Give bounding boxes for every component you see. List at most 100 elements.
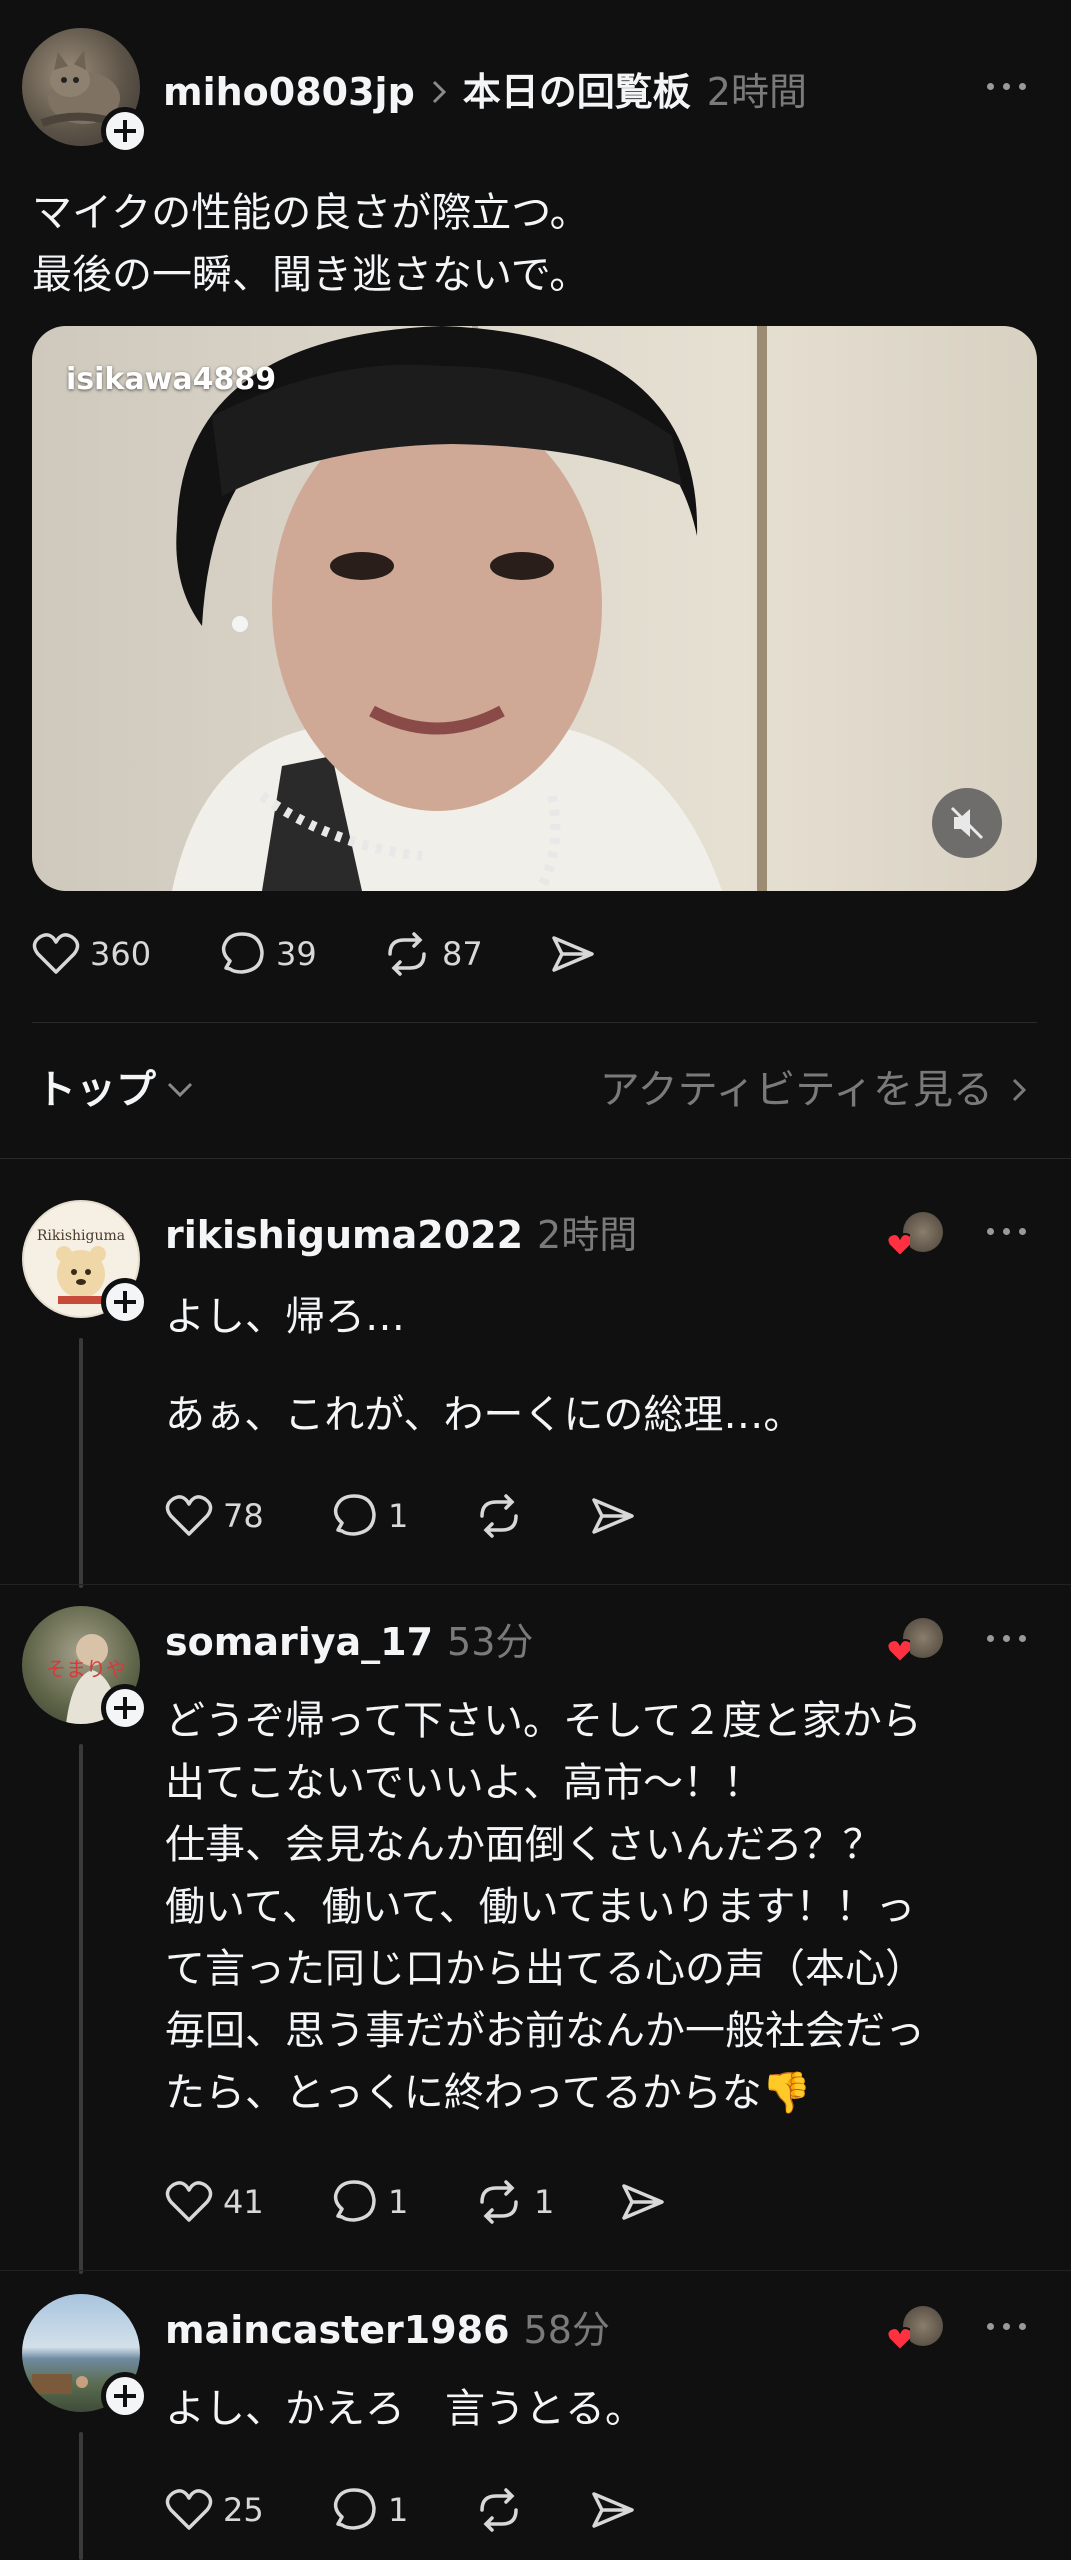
reply-time: 2時間 (537, 1213, 638, 1257)
reply-text-line: どうぞ帰って下さい。そして２度と家から (165, 1698, 922, 1744)
heart-icon (165, 2180, 213, 2224)
reply-text-line: たら、とっくに終わってるからな👎 (165, 2070, 812, 2116)
reply-text-line: よし、帰ろ… (165, 1294, 405, 1340)
follow-plus-button[interactable] (101, 2372, 149, 2420)
svg-text:そまりや: そまりや (46, 1657, 126, 1681)
send-icon (590, 2488, 636, 2532)
reply-text-line: 仕事、会見なんか面倒くさいんだろ？？ (165, 1822, 883, 1868)
reply-header: maincaster1986 58分 (165, 2300, 610, 2360)
post-time: 2時間 (706, 70, 807, 114)
share-action[interactable] (590, 2488, 636, 2532)
heart-badge-icon (886, 1233, 910, 1256)
reply-action[interactable]: 1 (330, 1494, 408, 1538)
reply-header: somariya_17 53分 (165, 1612, 533, 1672)
reply-time: 58分 (523, 2308, 610, 2352)
repost-count: 87 (442, 935, 483, 973)
like-count: 41 (223, 2183, 264, 2221)
reply-body: よし、かえろ 言うとる。 (165, 2378, 1045, 2440)
reply-time: 53分 (447, 1620, 534, 1664)
follow-plus-button[interactable] (101, 1684, 149, 1732)
person-illustration (172, 326, 722, 891)
post-community[interactable]: 本日の回覧板 (463, 62, 691, 122)
mute-button[interactable] (932, 788, 1002, 858)
heart-icon (32, 932, 80, 976)
post-username[interactable]: miho0803jp (163, 62, 415, 122)
repost-icon (382, 932, 432, 976)
reply-header: rikishiguma2022 2時間 (165, 1205, 637, 1265)
comment-icon (330, 2488, 378, 2532)
post-video[interactable]: isikawa4889 (32, 326, 1037, 891)
reply-text-line: あぁ、これが、わーくにの総理…。 (165, 1392, 804, 1438)
more-options-icon[interactable] (987, 1632, 1027, 1644)
heart-icon (165, 1494, 213, 1538)
chevron-down-icon (166, 1080, 194, 1100)
share-action[interactable] (620, 2180, 666, 2224)
like-action[interactable]: 78 (165, 1494, 264, 1538)
divider (0, 1158, 1071, 1159)
chevron-right-icon (1011, 1076, 1027, 1104)
share-action[interactable] (550, 932, 596, 976)
view-activity-label: アクティビティを見る (599, 1067, 993, 1113)
post-text-line: 最後の一瞬、聞き逃さないで。 (32, 252, 590, 298)
reply-text-line: よし、かえろ 言うとる。 (165, 2386, 645, 2432)
more-options-icon[interactable] (987, 1225, 1027, 1237)
sort-label: トップ (36, 1067, 156, 1113)
like-action[interactable]: 41 (165, 2180, 264, 2224)
send-icon (620, 2180, 666, 2224)
repost-action[interactable] (474, 1494, 524, 1538)
reply-body: どうぞ帰って下さい。そして２度と家から 出てこないでいいよ、高市〜！！ 仕事、会… (165, 1690, 1045, 2124)
repost-action[interactable]: 87 (382, 932, 483, 976)
divider (0, 2270, 1071, 2271)
reply-text-line: て言った同じ口から出てる心の声（本心） (165, 1946, 925, 1992)
repost-icon (474, 1494, 524, 1538)
follow-plus-button[interactable] (101, 107, 149, 155)
heart-icon (165, 2488, 213, 2532)
reply-text-line: 毎回、思う事だがお前なんか一般社会だっ (165, 2008, 925, 2054)
reply-username[interactable]: rikishiguma2022 (165, 1205, 523, 1265)
reply-username[interactable]: somariya_17 (165, 1612, 433, 1672)
more-options-icon[interactable] (987, 2320, 1027, 2332)
post-text-line: マイクの性能の良さが際立つ。 (32, 190, 590, 236)
thread-line (79, 2432, 83, 2560)
post-header: miho0803jp 本日の回覧板 2時間 (163, 62, 807, 122)
reply-username[interactable]: maincaster1986 (165, 2300, 510, 2360)
reply-text-line (165, 1348, 1045, 1384)
reply-action[interactable]: 39 (218, 932, 317, 976)
like-action[interactable]: 360 (32, 932, 151, 976)
divider (32, 1022, 1037, 1023)
comment-icon (330, 1494, 378, 1538)
reply-count: 1 (388, 1497, 409, 1535)
like-count: 78 (223, 1497, 264, 1535)
like-count: 25 (223, 2491, 264, 2529)
video-overlay-username: isikawa4889 (66, 362, 277, 397)
heart-badge-icon (886, 2327, 910, 2350)
reply-action[interactable]: 1 (330, 2180, 408, 2224)
divider (0, 1584, 1071, 1585)
reply-action[interactable]: 1 (330, 2488, 408, 2532)
repost-count: 1 (534, 2183, 555, 2221)
share-action[interactable] (590, 1494, 636, 1538)
thread-line (79, 1744, 83, 2274)
like-action[interactable]: 25 (165, 2488, 264, 2532)
send-icon (590, 1494, 636, 1538)
reply-count: 1 (388, 2491, 409, 2529)
post-body: マイクの性能の良さが際立つ。 最後の一瞬、聞き逃さないで。 (32, 182, 1032, 306)
heart-badge-icon (886, 1639, 910, 1662)
follow-plus-button[interactable] (101, 1278, 149, 1326)
send-icon (550, 932, 596, 976)
more-options-icon[interactable] (987, 80, 1027, 92)
comment-icon (330, 2180, 378, 2224)
like-count: 360 (90, 935, 152, 973)
repost-action[interactable]: 1 (474, 2180, 554, 2224)
repost-action[interactable] (474, 2488, 524, 2532)
muted-speaker-icon (950, 806, 984, 840)
reply-count: 1 (388, 2183, 409, 2221)
chevron-right-icon (431, 78, 447, 106)
sort-dropdown[interactable]: トップ (36, 1060, 194, 1120)
view-activity-link[interactable]: アクティビティを見る (600, 1060, 1027, 1120)
thread-line (79, 1338, 83, 1588)
repost-icon (474, 2488, 524, 2532)
reply-body: よし、帰ろ… あぁ、これが、わーくにの総理…。 (165, 1286, 1045, 1446)
reply-count: 39 (276, 935, 317, 973)
reply-text-line: 働いて、働いて、働いてまいります！！っ (165, 1884, 916, 1930)
